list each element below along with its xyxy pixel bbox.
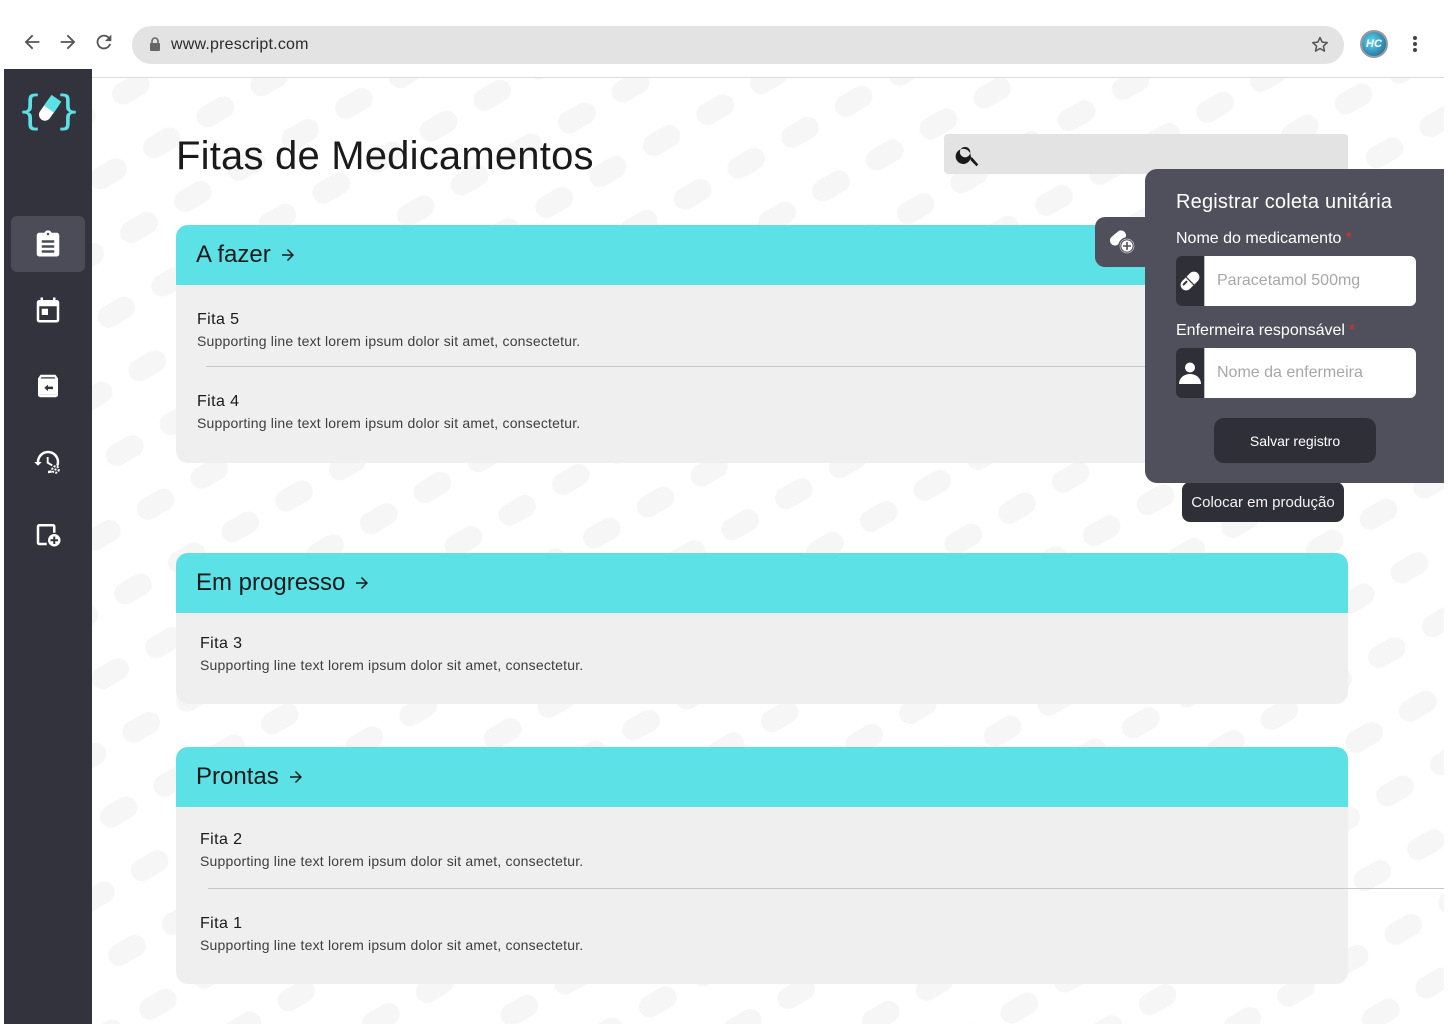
sidebar-item-add[interactable] — [11, 506, 85, 562]
browser-menu-button[interactable] — [1405, 32, 1425, 56]
dot-icon — [1413, 48, 1417, 52]
reload-icon — [96, 34, 112, 50]
sidebar-item-archive[interactable] — [11, 358, 85, 414]
forward-button[interactable] — [54, 28, 82, 56]
arrow-left-icon — [24, 34, 40, 50]
sidebar-item-history[interactable] — [11, 434, 85, 490]
register-collection-button[interactable] — [1095, 217, 1151, 267]
section-em-progresso: Em progresso Fita 3 Supporting line text… — [176, 553, 1348, 704]
nurse-input[interactable] — [1205, 348, 1416, 398]
dot-icon — [1413, 42, 1417, 46]
required-mark: * — [1345, 230, 1352, 247]
dot-icon — [1413, 36, 1417, 40]
arrow-right-icon — [289, 771, 302, 783]
person-icon-box — [1176, 348, 1205, 398]
popover-title: Registrar coleta unitária — [1176, 191, 1393, 213]
pill-icon-box — [1176, 256, 1205, 306]
pill-icon — [1180, 271, 1200, 291]
list-item[interactable]: Fita 2 Supporting line text lorem ipsum … — [176, 807, 1348, 888]
add-medicine-icon — [1109, 230, 1136, 255]
reload-button[interactable] — [90, 28, 118, 56]
medicine-field — [1176, 256, 1416, 306]
search-input[interactable] — [944, 134, 1348, 174]
archive-return-icon — [38, 374, 58, 398]
arrow-right-icon — [60, 34, 76, 50]
history-settings-icon — [34, 450, 60, 474]
section-prontas: Prontas Fita 2 Supporting line text lore… — [176, 747, 1444, 984]
item-title: Fita 3 — [200, 635, 243, 652]
section-header[interactable]: Em progresso — [176, 553, 1348, 613]
nurse-field — [1176, 348, 1416, 398]
item-subtitle: Supporting line text lorem ipsum dolor s… — [200, 657, 584, 673]
nurse-label: Enfermeira responsável * — [1176, 322, 1355, 340]
required-mark: * — [1348, 322, 1356, 339]
section-title: Em progresso — [196, 569, 346, 596]
prescript-logo: { } — [18, 88, 78, 133]
add-document-icon — [36, 524, 61, 547]
item-title: Fita 2 — [200, 831, 243, 848]
item-subtitle: Supporting line text lorem ipsum dolor s… — [200, 853, 584, 869]
profile-avatar[interactable]: HC — [1360, 30, 1388, 58]
register-collection-popover: Registrar coleta unitária Nome do medica… — [1145, 169, 1444, 483]
person-icon — [1179, 362, 1201, 384]
medicine-input[interactable] — [1205, 256, 1416, 306]
section-header[interactable]: Prontas — [176, 747, 1348, 807]
url-text: www.prescript.com — [171, 36, 309, 53]
arrow-right-icon — [281, 249, 294, 261]
medicine-label: Nome do medicamento * — [1176, 230, 1352, 248]
search-icon — [955, 146, 979, 167]
svg-text:{: { — [18, 88, 42, 133]
svg-text:}: } — [56, 88, 78, 133]
lock-icon — [150, 37, 160, 51]
address-bar[interactable]: www.prescript.com — [132, 26, 1344, 64]
calendar-icon — [36, 297, 60, 323]
list-item[interactable]: Fita 1 Supporting line text lorem ipsum … — [176, 889, 1348, 970]
item-title: Fita 1 — [200, 915, 243, 932]
browser-toolbar: www.prescript.com HC — [4, 4, 1444, 78]
clipboard-icon — [36, 230, 60, 257]
page-title: Fitas de Medicamentos — [176, 134, 594, 178]
item-subtitle: Supporting line text lorem ipsum dolor s… — [200, 937, 584, 953]
put-in-production-tooltip[interactable]: Colocar em produção — [1182, 482, 1344, 522]
nurse-label-text: Enfermeira responsável — [1176, 322, 1345, 339]
save-record-button[interactable]: Salvar registro — [1214, 418, 1376, 463]
list-item[interactable]: Fita 3 Supporting line text lorem ipsum … — [176, 613, 1348, 694]
sidebar-item-calendar[interactable] — [11, 282, 85, 338]
back-button[interactable] — [18, 28, 46, 56]
section-title: Prontas — [196, 763, 279, 790]
section-title: A fazer — [196, 241, 271, 268]
arrow-right-icon — [356, 577, 369, 589]
medicine-label-text: Nome do medicamento — [1176, 230, 1342, 247]
sidebar-item-fitas[interactable] — [11, 216, 85, 272]
sidebar: { } — [4, 69, 92, 1024]
bookmark-star-icon[interactable] — [1310, 35, 1330, 55]
